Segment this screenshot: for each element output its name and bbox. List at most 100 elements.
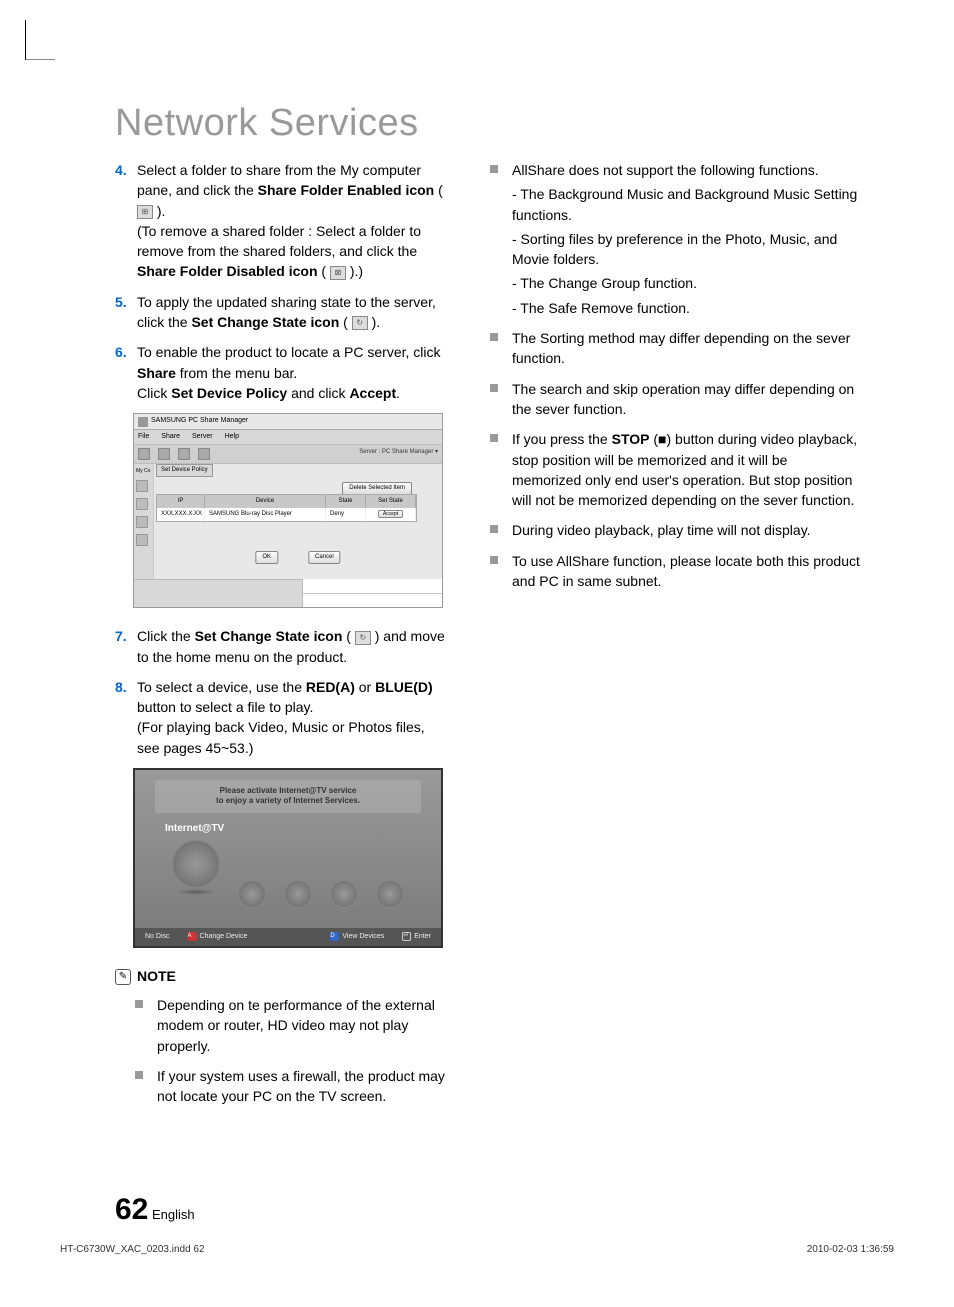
- footer-meta: HT-C6730W_XAC_0203.indd 62 2010-02-03 1:…: [60, 1242, 894, 1257]
- text-bold: Accept: [349, 385, 396, 401]
- server-selector[interactable]: Server : PC Share Manager ▾: [359, 448, 438, 457]
- step-body: To apply the updated sharing state to th…: [137, 292, 445, 333]
- bullet-text: To use AllShare function, please locate …: [512, 551, 860, 592]
- th-state: State: [326, 495, 366, 508]
- text-bold: Share: [137, 365, 176, 381]
- bullet-icon: [490, 165, 498, 173]
- page-number-value: 62: [115, 1193, 148, 1226]
- td-ip: XXX.XXX.X.XX: [157, 508, 205, 521]
- menu-server[interactable]: Server: [192, 432, 213, 443]
- text: Enter: [414, 932, 431, 943]
- bullet-body: AllShare does not support the following …: [512, 160, 860, 318]
- bullet-icon: [490, 333, 498, 341]
- text-bold: STOP: [612, 431, 650, 447]
- ok-button[interactable]: OK: [255, 551, 278, 564]
- step-body: To select a device, use the RED(A) or BL…: [137, 677, 445, 758]
- text: To enable the product to locate a PC ser…: [137, 344, 441, 360]
- banner-line: to enjoy a variety of Internet Services.: [161, 796, 415, 806]
- service-icon[interactable]: [238, 880, 266, 908]
- service-icon[interactable]: [284, 880, 312, 908]
- sidebar-icon[interactable]: [136, 534, 148, 546]
- text: Change Device: [200, 932, 248, 943]
- toolbar-icon[interactable]: [198, 448, 210, 460]
- service-icon[interactable]: [376, 880, 404, 908]
- text: (: [339, 314, 351, 330]
- menu-bar: File Share Server Help: [134, 430, 442, 446]
- table-row: XXX.XXX.X.XX SAMSUNG Blu-ray Disc Player…: [157, 508, 416, 521]
- service-icon[interactable]: [330, 880, 358, 908]
- content: 4. Select a folder to share from the My …: [115, 160, 895, 1117]
- cancel-button[interactable]: Cancel: [308, 551, 341, 564]
- bullet-icon: [135, 1071, 143, 1079]
- text: Click the: [137, 628, 195, 644]
- window-title: SAMSUNG PC Share Manager: [151, 416, 248, 427]
- crop-mark: [25, 20, 55, 60]
- step-body: To enable the product to locate a PC ser…: [137, 342, 445, 403]
- text: and click: [287, 385, 349, 401]
- text: .: [396, 385, 400, 401]
- text-bold: BLUE(D): [375, 679, 433, 695]
- device-table: IP Device State Set State XXX.XXX.X.XX S…: [156, 494, 417, 522]
- key-d-icon: D: [330, 932, 339, 941]
- sidebar-icon[interactable]: [136, 498, 148, 510]
- internet-tv-label: Internet@TV: [165, 821, 441, 836]
- menu-share[interactable]: Share: [161, 432, 180, 443]
- toolbar-icon[interactable]: [158, 448, 170, 460]
- bullet-item: To use AllShare function, please locate …: [490, 551, 860, 592]
- text: button to select a file to play.: [137, 699, 313, 715]
- bullet-icon: [490, 434, 498, 442]
- text: from the menu bar.: [176, 365, 297, 381]
- step-number: 4.: [115, 160, 137, 282]
- bullet-item: If you press the STOP (■) button during …: [490, 429, 860, 510]
- no-disc-label: No Disc: [145, 932, 170, 943]
- step-number: 7.: [115, 626, 137, 667]
- sidebar-icon[interactable]: [136, 480, 148, 492]
- left-column: 4. Select a folder to share from the My …: [115, 160, 445, 1117]
- toolbar-icon[interactable]: [138, 448, 150, 460]
- note-text: If your system uses a firewall, the prod…: [157, 1066, 445, 1107]
- text: or: [355, 679, 375, 695]
- right-column: AllShare does not support the following …: [490, 160, 860, 1117]
- bullet-item: The search and skip operation may differ…: [490, 379, 860, 420]
- th-ip: IP: [157, 495, 205, 508]
- set-device-policy-dropdown[interactable]: Set Device Policy: [156, 464, 213, 477]
- text: (: [318, 263, 330, 279]
- text: (: [434, 182, 443, 198]
- set-change-state-icon: ↻: [352, 316, 368, 330]
- th-device: Device: [205, 495, 326, 508]
- sub-item: - Sorting files by preference in the Pho…: [512, 229, 860, 270]
- sidebar-label: My Co: [136, 468, 151, 476]
- step-body: Click the Set Change State icon ( ↻ ) an…: [137, 626, 445, 667]
- text-bold: Share Folder Enabled icon: [258, 182, 435, 198]
- bottom-grid: [302, 579, 442, 607]
- banner-line: Please activate Internet@TV service: [161, 786, 415, 796]
- bullet-text: The Sorting method may differ depending …: [512, 328, 860, 369]
- bullet-item: The Sorting method may differ depending …: [490, 328, 860, 369]
- step-number: 5.: [115, 292, 137, 333]
- note-icon: ✎: [115, 969, 131, 985]
- page-number: 62 English: [115, 1187, 195, 1232]
- sidebar-icon[interactable]: [136, 516, 148, 528]
- service-icon[interactable]: [172, 840, 220, 888]
- key-a-icon: A: [188, 932, 197, 941]
- menu-file[interactable]: File: [138, 432, 149, 443]
- window-titlebar: SAMSUNG PC Share Manager: [134, 414, 442, 430]
- step-body: Select a folder to share from the My com…: [137, 160, 445, 282]
- text: Click: [137, 385, 171, 401]
- change-device-hint: AChange Device: [188, 932, 248, 943]
- accept-button[interactable]: Accept: [378, 510, 403, 518]
- text: ).: [368, 314, 380, 330]
- text: No Disc: [145, 932, 170, 943]
- pc-share-manager-window: SAMSUNG PC Share Manager File Share Serv…: [133, 413, 443, 608]
- text: (To remove a shared folder : Select a fo…: [137, 223, 421, 259]
- toolbar-icon[interactable]: [178, 448, 190, 460]
- text-bold: Set Change State icon: [195, 628, 343, 644]
- step-6: 6. To enable the product to locate a PC …: [115, 342, 445, 403]
- note-label: NOTE: [137, 966, 176, 987]
- bullet-text: During video playback, play time will no…: [512, 520, 860, 540]
- service-icons: [135, 850, 441, 908]
- bottom-bar: No Disc AChange Device DView Devices ⏎En…: [135, 928, 441, 947]
- page-language: English: [152, 1207, 195, 1222]
- file-info: HT-C6730W_XAC_0203.indd 62: [60, 1242, 205, 1257]
- menu-help[interactable]: Help: [225, 432, 239, 443]
